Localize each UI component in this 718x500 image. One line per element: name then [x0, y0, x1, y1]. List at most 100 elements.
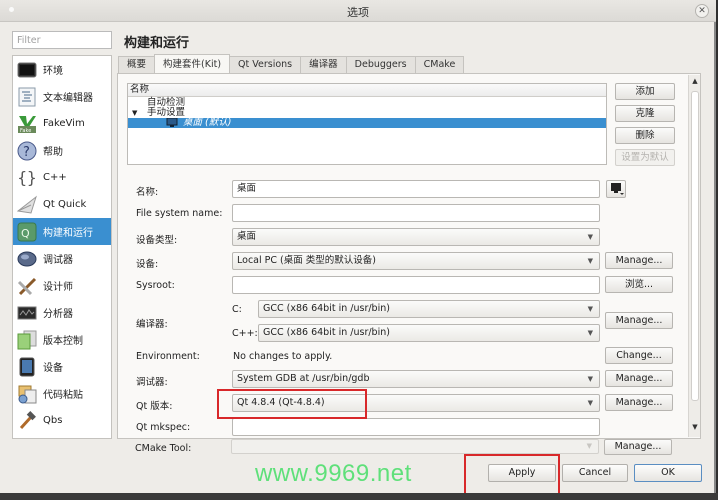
sidebar-item-label: C++ [43, 172, 67, 183]
compiler-c-label: C: [232, 304, 242, 315]
title-bar: 选项 ✕ [0, 0, 716, 22]
sidebar-item-qbs[interactable]: Qbs [13, 407, 111, 434]
tab-cmake[interactable]: CMake [414, 56, 465, 73]
page-title: 构建和运行 [124, 36, 190, 51]
sidebar-item-label: 环境 [43, 66, 63, 77]
sidebar-item-label: Qbs [43, 415, 63, 426]
fs-name-label: File system name: [136, 208, 223, 219]
qt-build-icon: Q [16, 221, 38, 243]
options-dialog: 选项 ✕ 环境 文本编辑器 Fake FakeVim ? 帮助 {} C++ Q… [0, 0, 716, 500]
sidebar-item-label: 帮助 [43, 147, 63, 158]
sidebar-item-designer[interactable]: 设计师 [13, 272, 111, 299]
sysroot-browse-button[interactable]: 浏览... [605, 276, 673, 293]
sidebar-item-cpp[interactable]: {} C++ [13, 164, 111, 191]
cmake-manage-button[interactable]: Manage... [604, 439, 672, 455]
fs-name-field[interactable] [232, 204, 600, 222]
device-manage-button[interactable]: Manage... [605, 252, 673, 269]
tree-row-label: 手动设置 [147, 107, 186, 118]
kit-tree[interactable]: 名称 自动检测 ▼ 手动设置 桌面 (默认) [127, 83, 607, 165]
clone-kit-button[interactable]: 克隆 [615, 105, 675, 122]
expand-arrow-icon[interactable]: ▼ [132, 108, 137, 118]
remove-kit-button[interactable]: 删除 [615, 127, 675, 144]
qt-version-label: Qt 版本: [136, 401, 173, 412]
text-editor-icon [16, 86, 38, 108]
device-type-combo[interactable]: 桌面 ▼ [232, 228, 600, 246]
combo-value: GCC (x86 64bit in /usr/bin) [263, 327, 390, 338]
compiler-c-combo[interactable]: GCC (x86 64bit in /usr/bin) ▼ [258, 300, 600, 318]
sidebar-item-label: 构建和运行 [43, 228, 93, 239]
device-combo[interactable]: Local PC (桌面 类型的默认设备) ▼ [232, 252, 600, 270]
sidebar-item-fakevim[interactable]: Fake FakeVim [13, 110, 111, 137]
debugger-manage-button[interactable]: Manage... [605, 370, 673, 387]
name-label: 名称: [136, 187, 159, 198]
sidebar-item-devices[interactable]: 设备 [13, 353, 111, 380]
sidebar-item-label: FakeVim [43, 118, 85, 129]
tree-row-auto-detected[interactable]: 自动检测 [128, 98, 606, 108]
sidebar-item-label: 代码粘贴 [43, 390, 83, 401]
cmake-tool-label: CMake Tool: [135, 443, 192, 454]
device-label: 设备: [136, 259, 159, 270]
compiler-cpp-combo[interactable]: GCC (x86 64bit in /usr/bin) ▼ [258, 324, 600, 342]
sidebar-item-analyzer[interactable]: 分析器 [13, 299, 111, 326]
qt-version-combo[interactable]: Qt 4.8.4 (Qt-4.8.4) ▼ [232, 394, 600, 412]
ok-button[interactable]: OK [634, 464, 702, 482]
scroll-down-arrow-icon[interactable]: ▼ [689, 423, 701, 435]
monitor-icon [166, 117, 178, 131]
make-default-button[interactable]: 设置为默认 [615, 149, 675, 166]
apply-button[interactable]: Apply [488, 464, 556, 482]
tab-qt-versions[interactable]: Qt Versions [229, 56, 302, 73]
svg-text:Fake: Fake [20, 128, 31, 134]
form-scrollbar[interactable]: ▲ ▼ [688, 75, 700, 437]
sidebar-item-code-paste[interactable]: 代码粘贴 [13, 380, 111, 407]
environment-change-button[interactable]: Change... [605, 347, 673, 364]
dropdown-arrow-icon: ▼ [587, 375, 593, 383]
filter-input[interactable] [12, 31, 112, 49]
sidebar-item-text-editor[interactable]: 文本编辑器 [13, 83, 111, 110]
svg-text:?: ? [23, 145, 30, 160]
scroll-up-arrow-icon[interactable]: ▲ [689, 77, 701, 89]
scroll-thumb[interactable] [691, 91, 699, 401]
bug-icon [16, 248, 38, 270]
sidebar-item-label: 文本编辑器 [43, 93, 93, 104]
combo-value: 桌面 [237, 231, 257, 242]
tab-kits[interactable]: 构建套件(Kit) [154, 54, 231, 73]
sidebar-item-qt-quick[interactable]: Qt Quick [13, 191, 111, 218]
close-icon[interactable]: ✕ [695, 4, 709, 18]
tree-row-desktop-kit[interactable]: 桌面 (默认) [128, 117, 606, 131]
tab-overview[interactable]: 概要 [118, 56, 156, 73]
dropdown-arrow-icon: ▼ [587, 257, 593, 265]
sysroot-field[interactable] [232, 276, 600, 294]
mkspec-field[interactable] [232, 418, 600, 436]
add-kit-button[interactable]: 添加 [615, 83, 675, 100]
tree-row-label: 桌面 (默认) [183, 117, 232, 128]
tab-compilers[interactable]: 编译器 [300, 56, 347, 73]
sidebar-item-label: 设计师 [43, 282, 73, 293]
sidebar-item-label: 分析器 [43, 309, 73, 320]
braces-icon: {} [17, 168, 37, 187]
compiler-cpp-label: C++: [232, 328, 258, 339]
tab-bar: 概要 构建套件(Kit) Qt Versions 编译器 Debuggers C… [118, 54, 465, 74]
sidebar-item-environment[interactable]: 环境 [13, 56, 111, 83]
hammer-icon [16, 410, 38, 432]
sidebar-item-build-run[interactable]: Q 构建和运行 [13, 218, 111, 245]
tree-header-name[interactable]: 名称 [128, 84, 606, 97]
kits-panel: 名称 自动检测 ▼ 手动设置 桌面 (默认) 添加 克隆 删除 设置为默认 名称:… [117, 73, 701, 439]
sidebar-item-label: 版本控制 [43, 336, 83, 347]
cancel-button[interactable]: Cancel [562, 464, 628, 482]
cmake-tool-combo[interactable]: ▼ [231, 439, 599, 454]
debugger-combo[interactable]: System GDB at /usr/bin/gdb ▼ [232, 370, 600, 388]
sidebar-item-version-control[interactable]: 版本控制 [13, 326, 111, 353]
sidebar-item-help[interactable]: ? 帮助 [13, 137, 111, 164]
dropdown-arrow-icon: ▼ [587, 329, 593, 337]
combo-value: Local PC (桌面 类型的默认设备) [237, 255, 376, 266]
monitor-icon [16, 59, 38, 81]
debugger-label: 调试器: [136, 377, 168, 388]
dropdown-arrow-icon: ▼ [587, 399, 593, 407]
compiler-manage-button[interactable]: Manage... [605, 312, 673, 329]
sidebar-item-debugger[interactable]: 调试器 [13, 245, 111, 272]
sidebar-item-label: 设备 [43, 363, 63, 374]
tab-debuggers[interactable]: Debuggers [345, 56, 416, 73]
qt-version-manage-button[interactable]: Manage... [605, 394, 673, 411]
name-field[interactable]: 桌面 [232, 180, 600, 198]
kit-icon-button[interactable] [606, 180, 626, 198]
